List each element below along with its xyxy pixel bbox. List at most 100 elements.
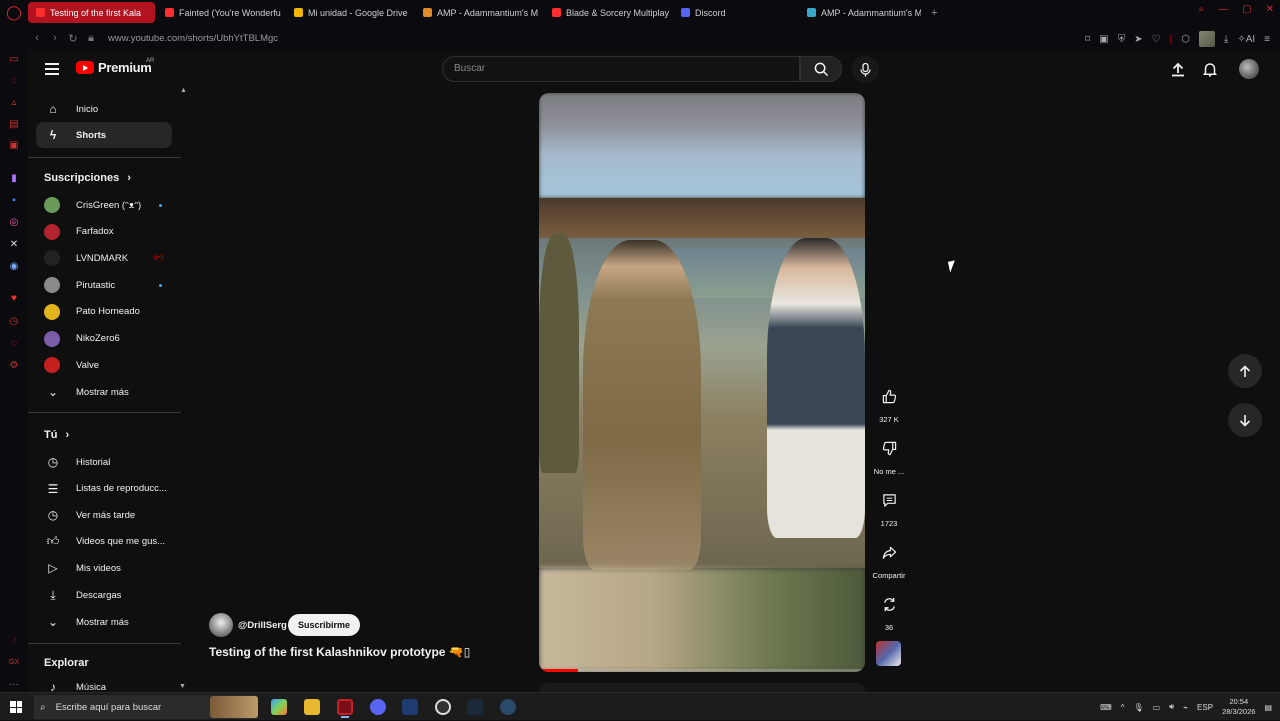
windows-start-icon[interactable]: [10, 701, 22, 713]
sidebar-extra-icon[interactable]: ♪: [7, 633, 21, 647]
sound-thumbnail[interactable]: [876, 641, 901, 666]
back-icon[interactable]: ‹: [28, 32, 46, 44]
comments-action[interactable]: 1723: [871, 485, 907, 528]
vk-icon[interactable]: ▪: [7, 193, 21, 207]
short-video-player[interactable]: [539, 93, 865, 672]
maximize-icon[interactable]: ▢: [1242, 4, 1251, 15]
dislike-action[interactable]: No me ...: [871, 433, 907, 476]
opera-logo-icon[interactable]: ◯: [0, 0, 28, 25]
account-avatar[interactable]: [1239, 59, 1259, 79]
scroll-up-icon[interactable]: ▲: [180, 87, 187, 94]
sidebar-home-icon[interactable]: ▭: [7, 52, 21, 66]
copilot-icon[interactable]: [271, 699, 287, 715]
channel-avatar[interactable]: [209, 613, 233, 637]
you-item[interactable]: ◷ Ver más tarde: [36, 502, 172, 528]
opera-gx-taskbar-icon[interactable]: [337, 699, 353, 718]
forward-icon[interactable]: ›: [46, 32, 64, 44]
subscription-item[interactable]: LVNDMARK ((•)): [36, 245, 172, 271]
new-tab-icon[interactable]: +: [923, 7, 945, 19]
bookmark-icon[interactable]: ⌑: [1085, 34, 1090, 45]
search-button[interactable]: [800, 56, 842, 82]
show-hidden-icon[interactable]: ^: [1121, 703, 1125, 712]
keyboard-icon[interactable]: ⌨: [1100, 703, 1112, 712]
you-item[interactable]: 👍︎ Videos que me gus...: [36, 529, 172, 555]
minimize-icon[interactable]: —: [1218, 4, 1228, 15]
player-icon[interactable]: ◌: [7, 336, 21, 350]
discord-taskbar-icon[interactable]: [370, 699, 386, 715]
snapshot-icon[interactable]: ▣: [1099, 34, 1108, 45]
you-heading[interactable]: Tú ›: [44, 429, 69, 441]
extensions-icon[interactable]: ⬡: [1181, 34, 1190, 45]
you-item[interactable]: ☰ Listas de reproducc...: [36, 476, 172, 502]
download-icon[interactable]: ⤓: [1224, 34, 1228, 45]
url-field[interactable]: www.youtube.com/shorts/UbhYtTBLMgc: [108, 33, 278, 44]
like-action[interactable]: 327 K: [871, 381, 907, 424]
sidebar-history-icon[interactable]: ◌: [7, 73, 21, 87]
share-action[interactable]: Compartir: [871, 537, 907, 580]
favorites-icon[interactable]: ♥: [7, 291, 21, 305]
send-icon[interactable]: ➤: [1134, 34, 1142, 45]
gx-icon[interactable]: GX: [7, 655, 21, 669]
search-input[interactable]: Buscar: [442, 56, 800, 82]
shield-icon[interactable]: ⛨: [1118, 34, 1126, 45]
language-indicator[interactable]: ESP: [1197, 703, 1213, 712]
search-highlight-image[interactable]: [210, 696, 258, 718]
like-button[interactable]: [874, 381, 904, 411]
create-button[interactable]: [1169, 60, 1187, 78]
ai-icon[interactable]: ✧AI: [1237, 34, 1255, 45]
microphone-tray-icon[interactable]: 🎙︎: [1133, 703, 1143, 712]
browser-tab[interactable]: AMP - Adammantium's M: [415, 2, 542, 23]
app-taskbar-icon[interactable]: [402, 699, 418, 715]
clock[interactable]: 20:54 28/3/2026: [1222, 697, 1255, 717]
sidebar-chat-icon[interactable]: ▤: [7, 117, 21, 131]
steam-like-taskbar-icon[interactable]: [435, 699, 451, 715]
subscription-item[interactable]: Pirutastic: [36, 272, 172, 298]
sidebar-messenger-icon[interactable]: ▣: [7, 138, 21, 152]
settings-icon[interactable]: ⚙: [7, 358, 21, 372]
notifications-button[interactable]: [1201, 60, 1219, 78]
browser-tab[interactable]: Fainted (You're Wonderfu: [157, 2, 284, 23]
subscribe-button[interactable]: Suscribirme: [288, 614, 360, 636]
video-progress-bar[interactable]: [539, 669, 865, 672]
subscription-item[interactable]: NikoZero6: [36, 326, 172, 352]
browser-tab[interactable]: AMP - Adammantium's M: [799, 2, 921, 23]
file-explorer-icon[interactable]: [304, 699, 320, 715]
game-taskbar-icon[interactable]: [500, 699, 516, 715]
voice-search-button[interactable]: [852, 56, 879, 83]
clock-icon[interactable]: ◷: [7, 314, 21, 328]
remix-action[interactable]: 36: [871, 589, 907, 632]
browser-tab[interactable]: Blade & Sorcery Multiplay: [544, 2, 671, 23]
scroll-down-icon[interactable]: ▼: [179, 683, 186, 690]
you-item[interactable]: ⤓ Descargas: [36, 582, 172, 608]
show-more-subs[interactable]: ⌄ Mostrar más: [36, 379, 172, 405]
subscription-item[interactable]: Farfadox: [36, 219, 172, 245]
menu-icon[interactable]: ≡: [1264, 34, 1270, 45]
share-button[interactable]: [874, 537, 904, 567]
battery-icon[interactable]: ⌁: [1183, 703, 1188, 712]
profile-thumb[interactable]: [1198, 31, 1215, 47]
network-icon[interactable]: ▭: [1153, 703, 1161, 712]
channel-name[interactable]: @DrillSerg: [238, 620, 287, 631]
more-icon[interactable]: ···: [7, 677, 21, 691]
sidebar-bag-icon[interactable]: ▵: [7, 95, 21, 109]
nav-home[interactable]: ⌂ Inicio: [36, 96, 172, 122]
you-item[interactable]: ◷ Historial: [36, 449, 172, 475]
show-more-you[interactable]: ⌄ Mostrar más: [36, 609, 172, 635]
twitch-icon[interactable]: ▮: [7, 171, 21, 185]
nav-shorts[interactable]: ϟ Shorts: [36, 122, 172, 148]
reload-icon[interactable]: ↻: [64, 32, 82, 45]
short-title[interactable]: Testing of the first Kalashnikov prototy…: [209, 645, 470, 659]
next-short-button[interactable]: [1228, 403, 1262, 437]
instagram-icon[interactable]: ◎: [7, 215, 21, 229]
previous-short-button[interactable]: [1228, 354, 1262, 388]
subscriptions-heading[interactable]: Suscripciones ›: [44, 172, 131, 184]
browser-tab[interactable]: Mi unidad - Google Drive: [286, 2, 413, 23]
remix-button[interactable]: [874, 589, 904, 619]
guide-menu-icon[interactable]: [45, 63, 59, 78]
notifications-tray-icon[interactable]: ▤: [1264, 703, 1272, 712]
volume-icon[interactable]: 🔊︎: [1169, 702, 1174, 712]
search-tabs-icon[interactable]: ⌕: [1199, 4, 1205, 15]
comments-button[interactable]: [874, 485, 904, 515]
browser-tab[interactable]: Discord: [673, 2, 799, 23]
dislike-button[interactable]: [874, 433, 904, 463]
